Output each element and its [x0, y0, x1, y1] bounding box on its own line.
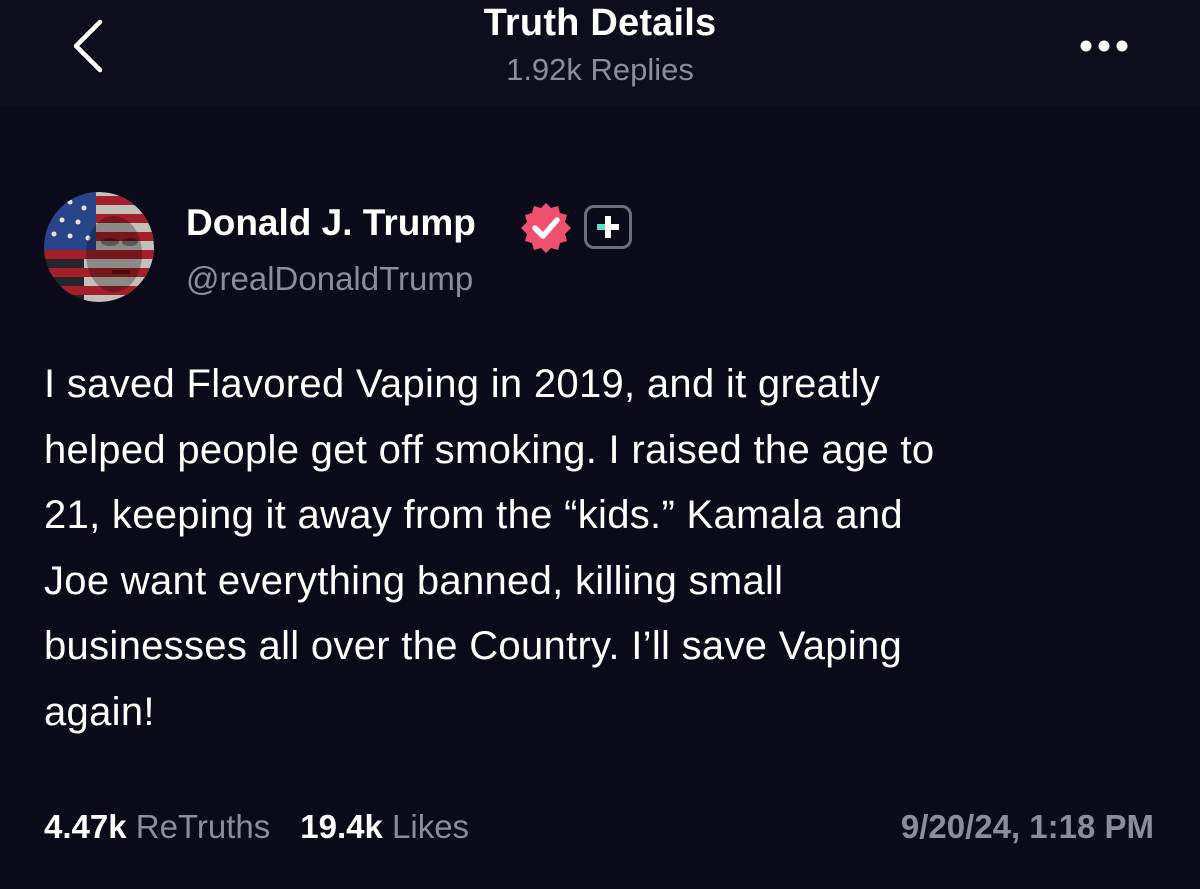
avatar[interactable] [44, 192, 154, 302]
post-line: I saved Flavored Vaping in 2019, and it … [44, 362, 881, 406]
retruths-stat[interactable]: 4.47k ReTruths [44, 808, 270, 846]
post-timestamp: 9/20/24, 1:18 PM [900, 808, 1154, 845]
truth-plus-badge-icon [584, 205, 632, 249]
retruths-label: ReTruths [135, 808, 271, 845]
post-text: I saved Flavored Vaping in 2019, and it … [44, 352, 1164, 745]
likes-stat[interactable]: 19.4k Likes [300, 808, 469, 846]
post-line: again! [44, 689, 155, 734]
more-options-button[interactable] [1070, 22, 1138, 70]
truth-details-screen: Truth Details 1.92k Replies Donald J. Tr… [0, 0, 1200, 889]
post-line: businesses all over the Country. I’ll sa… [44, 624, 903, 668]
post-line: Joe want everything banned, killing smal… [44, 558, 784, 603]
verified-badge-icon [518, 200, 574, 256]
page-title: Truth Details [483, 2, 717, 44]
author-name[interactable]: Donald J. Trump [186, 202, 476, 244]
likes-label: Likes [392, 808, 470, 845]
avatar-image [44, 192, 154, 302]
likes-count: 19.4k [300, 808, 383, 845]
top-bar: Truth Details 1.92k Replies [0, 0, 1200, 106]
more-horizontal-icon [1080, 40, 1128, 52]
post-line: helped people get off smoking. I raised … [44, 427, 935, 472]
post-line: 21, keeping it away from the “kids.” Kam… [44, 493, 903, 537]
post-stats: 4.47k ReTruths 19.4k Likes [44, 808, 499, 852]
replies-count[interactable]: 1.92k Replies [0, 52, 1200, 88]
retruths-count: 4.47k [44, 808, 127, 845]
author-handle[interactable]: @realDonaldTrump [186, 260, 473, 298]
